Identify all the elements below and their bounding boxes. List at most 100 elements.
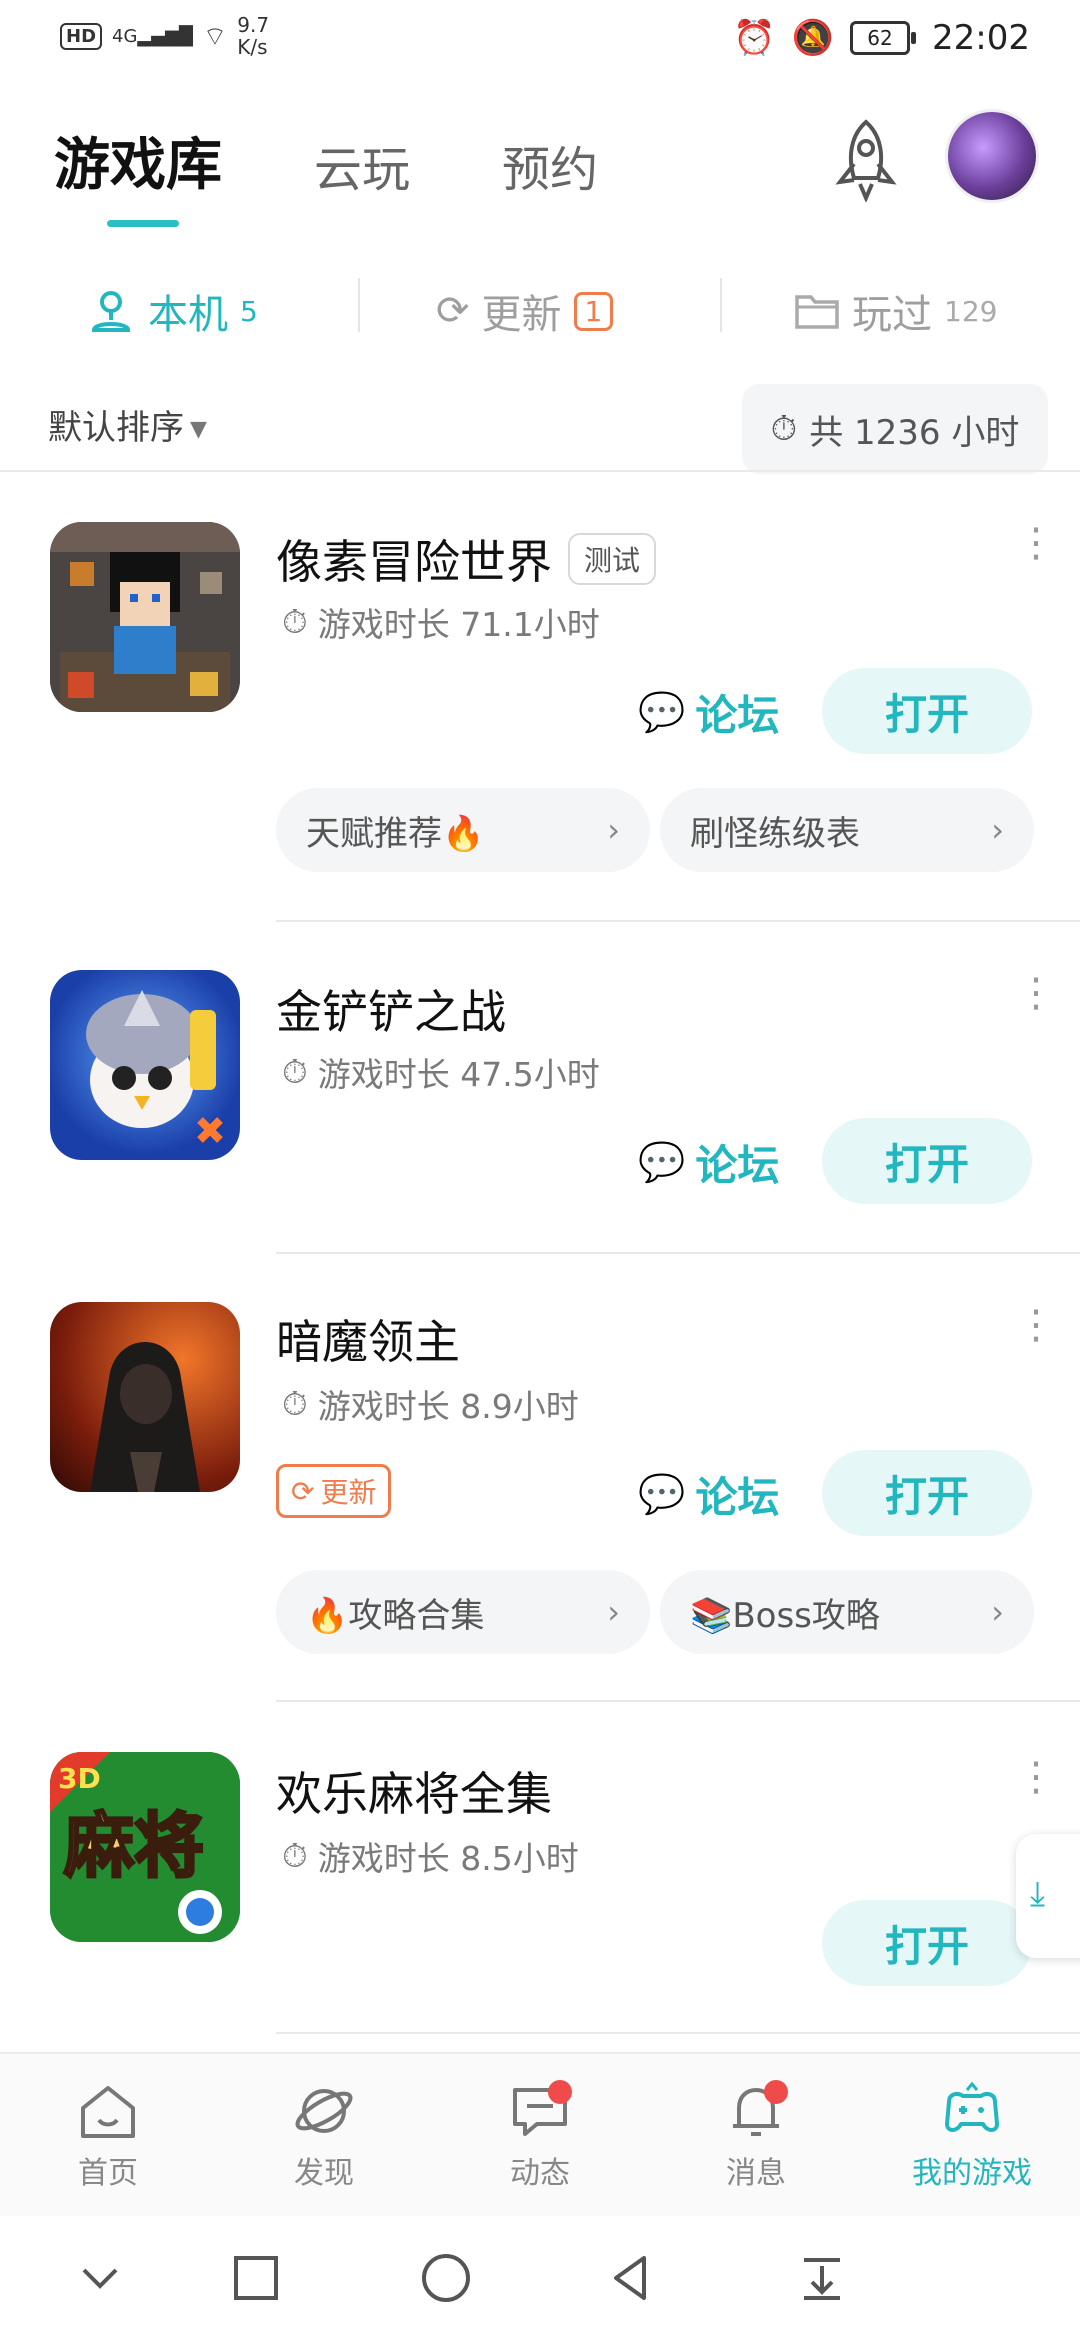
segment-divider: [358, 278, 360, 332]
timer-icon: ⏱: [282, 1384, 308, 1423]
playtime-label: 游戏时长 71.1小时: [317, 605, 600, 644]
nav-activity-label: 动态: [510, 2156, 570, 2191]
open-button[interactable]: 打开: [822, 1900, 1032, 1986]
nav-my-games[interactable]: 我的游戏: [902, 2080, 1042, 2192]
chip-label: 📚Boss攻略: [690, 1595, 880, 1636]
nav-my-games-label: 我的游戏: [912, 2156, 1032, 2191]
icon-3d-text: 3D: [58, 1762, 101, 1795]
forum-button[interactable]: 💬 论坛: [638, 1132, 779, 1193]
tab-reservation[interactable]: 预约: [502, 130, 598, 200]
status-right: ⏰ 🔕 62 22:02: [733, 18, 1030, 58]
more-icon[interactable]: ⋮: [1016, 1757, 1056, 1797]
segment-local[interactable]: 本机 5: [86, 282, 258, 340]
game-icon-pixel-adventure[interactable]: [50, 522, 240, 712]
update-label: 更新: [320, 1476, 377, 1509]
update-badge[interactable]: ⟳ 更新: [276, 1464, 392, 1518]
chat-icon: 💬: [638, 690, 686, 734]
nav-discover-label: 发现: [294, 2156, 354, 2191]
segment-divider: [720, 278, 722, 332]
download-icon: ⤓: [1030, 1874, 1046, 1914]
mute-icon: 🔕: [791, 18, 835, 58]
recents-square-icon[interactable]: [224, 2246, 288, 2310]
alarm-icon: ⏰: [733, 18, 776, 58]
notification-dot: [548, 2080, 572, 2104]
nav-messages-label: 消息: [726, 2156, 786, 2191]
forum-label: 论坛: [695, 691, 780, 740]
more-icon[interactable]: ⋮: [1016, 1305, 1056, 1345]
nav-discover[interactable]: 发现: [254, 2080, 394, 2192]
forum-label: 论坛: [695, 1473, 780, 1522]
divider: [0, 470, 1080, 472]
home-icon: [81, 2086, 135, 2138]
tab-active-indicator: [107, 220, 179, 227]
game-title[interactable]: 金铲铲之战: [276, 976, 506, 1042]
game-playtime: ⏱ 游戏时长 8.5小时: [282, 1832, 579, 1880]
status-bar: HD 4G▂▄▆█ ⌔ 9.7 K/s ⏰ 🔕 62 22:02: [0, 0, 1080, 80]
refresh-icon: ⟳: [291, 1474, 315, 1508]
back-triangle-icon[interactable]: [600, 2246, 664, 2310]
nav-activity[interactable]: 动态: [470, 2080, 610, 2192]
planet-icon: [295, 2089, 353, 2133]
nav-messages[interactable]: 消息: [686, 2080, 826, 2192]
sort-dropdown[interactable]: 默认排序 ▼: [48, 400, 207, 449]
game-title[interactable]: 暗魔领主: [276, 1306, 460, 1372]
folder-icon: [795, 295, 839, 329]
game-title-row: 像素冒险世界 测试: [276, 526, 657, 592]
segment-played[interactable]: 玩过 129: [794, 282, 997, 340]
forum-label: 论坛: [695, 1141, 780, 1190]
chevron-down-icon[interactable]: [68, 2246, 132, 2310]
game-playtime: ⏱ 游戏时长 47.5小时: [282, 1048, 600, 1096]
guide-chip[interactable]: 刷怪练级表 ›: [660, 788, 1034, 872]
more-icon[interactable]: ⋮: [1016, 523, 1056, 563]
more-icon[interactable]: ⋮: [1016, 973, 1056, 1013]
chat-icon: 💬: [638, 1140, 686, 1184]
game-icon-golden-spatula[interactable]: [50, 970, 240, 1160]
game-title-row: 欢乐麻将全集: [276, 1758, 552, 1824]
network-speed: 9.7 K/s: [237, 13, 270, 59]
chip-label: 天赋推荐🔥: [306, 813, 485, 854]
user-pin-icon: [91, 291, 131, 332]
rocket-icon[interactable]: [830, 118, 902, 202]
timer-icon: ⏱: [770, 409, 798, 449]
open-button[interactable]: 打开: [822, 1118, 1032, 1204]
chevron-right-icon: ›: [991, 1593, 1004, 1631]
notification-pull-icon[interactable]: [790, 2246, 854, 2310]
divider: [276, 1252, 1080, 1254]
game-title[interactable]: 欢乐麻将全集: [276, 1758, 552, 1824]
nav-home[interactable]: 首页: [38, 2080, 178, 2192]
open-button[interactable]: 打开: [822, 668, 1032, 754]
tab-game-library[interactable]: 游戏库: [54, 120, 222, 201]
game-title[interactable]: 像素冒险世界: [276, 526, 552, 592]
gamepad-icon: [945, 2081, 999, 2132]
segment-update[interactable]: ⟳ 更新 1: [436, 282, 614, 340]
user-avatar[interactable]: [948, 112, 1036, 200]
signal-icon: 4G▂▄▆█: [112, 25, 193, 47]
chevron-right-icon: ›: [991, 811, 1004, 849]
game-playtime: ⏱ 游戏时长 71.1小时: [282, 598, 600, 646]
game-icon-happy-mahjong[interactable]: 3D 麻将: [50, 1752, 240, 1942]
divider: [276, 1700, 1080, 1702]
game-title-row: 暗魔领主: [276, 1306, 460, 1372]
segment-local-count: 5: [240, 294, 258, 328]
icon-mahjong-text: 麻将: [64, 1805, 204, 1887]
game-icon-dark-lord[interactable]: [50, 1302, 240, 1492]
playtime-label: 游戏时长 8.9小时: [317, 1387, 579, 1426]
forum-button[interactable]: 💬 论坛: [638, 1464, 779, 1525]
divider: [276, 920, 1080, 922]
segment-update-count: 1: [573, 291, 614, 331]
open-button[interactable]: 打开: [822, 1450, 1032, 1536]
forum-button[interactable]: 💬 论坛: [638, 682, 779, 743]
sort-label: 默认排序: [48, 408, 184, 448]
test-tag: 测试: [568, 533, 657, 585]
refresh-icon: ⟳: [436, 288, 470, 334]
guide-chip[interactable]: 📚Boss攻略 ›: [660, 1570, 1034, 1654]
guide-chip[interactable]: 🔥攻略合集 ›: [276, 1570, 650, 1654]
wifi-icon: ⌔: [202, 21, 228, 52]
guide-chip[interactable]: 天赋推荐🔥 ›: [276, 788, 650, 872]
system-nav-bar: [0, 2216, 1080, 2340]
total-playtime: ⏱ 共 1236 小时: [742, 384, 1048, 474]
tab-cloud-play[interactable]: 云玩: [314, 130, 410, 200]
home-circle-icon[interactable]: [414, 2246, 478, 2310]
floating-download-tab[interactable]: ⤓: [1016, 1834, 1080, 1958]
clock: 22:02: [932, 18, 1030, 58]
